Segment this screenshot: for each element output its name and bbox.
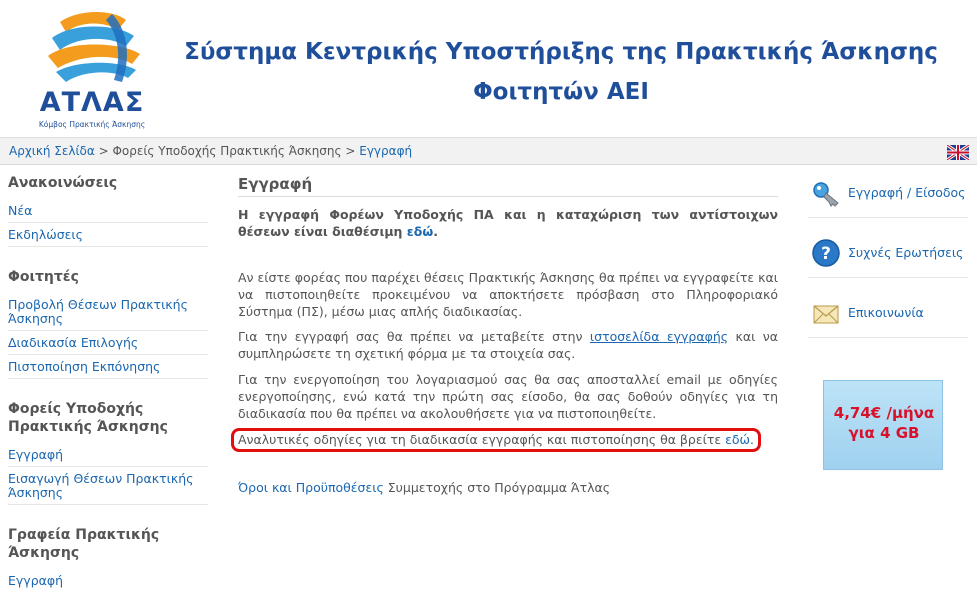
ad-banner[interactable]: 4,74€ /μήνα για 4 GB [823,380,943,470]
paragraph-registration-steps: Για την εγγραφή σας θα πρέπει να μεταβεί… [238,328,778,362]
highlight-annotation [231,428,761,452]
breadcrumb-home[interactable]: Αρχική Σελίδα [9,144,95,158]
nav-heading-students: Φοιτητές [8,269,79,285]
faq-link[interactable]: Συχνές Ερωτήσεις [848,245,963,260]
paragraph-activation: Για την ενεργοποίηση του λογαριασμού σας… [238,372,778,421]
intro-here-link[interactable]: εδώ [407,224,433,239]
logo-subtitle: Κόμβος Πρακτικής Άσκησης [38,120,146,129]
breadcrumb-middle: Φορείς Υποδοχής Πρακτικής Άσκησης [112,144,342,158]
uk-flag-icon[interactable] [947,145,969,160]
breadcrumb-current[interactable]: Εγγραφή [359,144,412,158]
title-divider [238,196,778,197]
nav-item-completion-certification[interactable]: Πιστοποίηση Εκπόνησης [8,355,208,379]
terms-link[interactable]: Όροι και Προϋποθέσεις [238,480,384,495]
mail-icon [813,305,839,324]
site-title-line2: Φοιτητών ΑΕΙ [473,79,649,105]
ad-data-amount: για 4 GB [848,424,920,442]
breadcrumb: Αρχική Σελίδα > Φορείς Υποδοχής Πρακτική… [9,144,412,158]
nav-heading-hosts: Φορείς Υποδοχής Πρακτικής Άσκησης [8,401,168,435]
ad-price: 4,74€ /μήνα [833,404,935,422]
nav-section-students: Φοιτητές Προβολή Θέσεων Πρακτικής Άσκηση… [8,247,208,379]
nav-heading-offices: Γραφεία Πρακτικής Άσκησης [8,527,160,561]
nav-section-hosts: Φορείς Υποδοχής Πρακτικής Άσκησης Εγγραφ… [8,379,208,505]
paragraph-terms: Όροι και Προϋποθέσεις Συμμετοχής στο Πρό… [238,479,778,496]
site-title: Σύστημα Κεντρικής Υποστήριξης της Πρακτι… [170,32,952,112]
nav-item-host-registration[interactable]: Εγγραφή [8,443,208,467]
site-header: ΑΤΛΑΣ Κόμβος Πρακτικής Άσκησης Σύστημα Κ… [0,0,977,137]
nav-section-announcements: Ανακοινώσεις Νέα Εκδηλώσεις [8,166,208,247]
logo-title: ΑΤΛΑΣ [39,87,145,118]
page-title: Εγγραφή [238,175,313,193]
nav-section-offices: Γραφεία Πρακτικής Άσκησης Εγγραφή [8,505,208,591]
nav-item-add-positions[interactable]: Εισαγωγή Θέσεων Πρακτικής Άσκησης [8,467,208,505]
breadcrumb-bar: Αρχική Σελίδα > Φορείς Υποδοχής Πρακτική… [0,137,977,165]
svg-text:?: ? [821,244,831,264]
nav-item-selection-process[interactable]: Διαδικασία Επιλογής [8,331,208,355]
paragraph-registration-info: Αν είστε φορέας που παρέχει θέσεις Πρακτ… [238,270,778,319]
nav-item-office-registration[interactable]: Εγγραφή [8,569,208,591]
contact-link[interactable]: Επικοινωνία [848,305,924,320]
intro-text: Η εγγραφή Φορέων Υποδοχής ΠΑ και η καταχ… [238,207,778,239]
nav-item-events[interactable]: Εκδηλώσεις [8,223,208,247]
help-icon: ? [812,239,840,267]
ad-text: 4,74€ /μήνα για 4 GB [824,403,944,443]
right-item-faq[interactable]: ? Συχνές Ερωτήσεις [808,226,968,278]
right-item-login[interactable]: Εγγραφή / Είσοδος [808,166,968,218]
key-icon [813,182,839,207]
intro-paragraph: Η εγγραφή Φορέων Υποδοχής ΠΑ και η καταχ… [238,206,778,240]
nav-item-news[interactable]: Νέα [8,199,208,223]
intro-end: . [433,224,438,239]
terms-text: Συμμετοχής στο Πρόγραμμα Άτλας [383,480,611,495]
p2-text-before: Για την εγγραφή σας θα πρέπει να μεταβεί… [238,329,590,344]
breadcrumb-separator: > [94,144,113,158]
nav-heading-announcements: Ανακοινώσεις [8,175,118,191]
breadcrumb-separator: > [341,144,360,158]
registration-page-link[interactable]: ιστοσελίδα εγγραφής [590,329,728,344]
left-sidebar: Ανακοινώσεις Νέα Εκδηλώσεις Φοιτητές Προ… [8,166,208,591]
login-link[interactable]: Εγγραφή / Είσοδος [848,185,966,200]
nav-item-view-positions[interactable]: Προβολή Θέσεων Πρακτικής Άσκησης [8,293,208,331]
site-title-line1: Σύστημα Κεντρικής Υποστήριξης της Πρακτι… [184,39,938,65]
right-item-contact[interactable]: Επικοινωνία [808,286,968,338]
